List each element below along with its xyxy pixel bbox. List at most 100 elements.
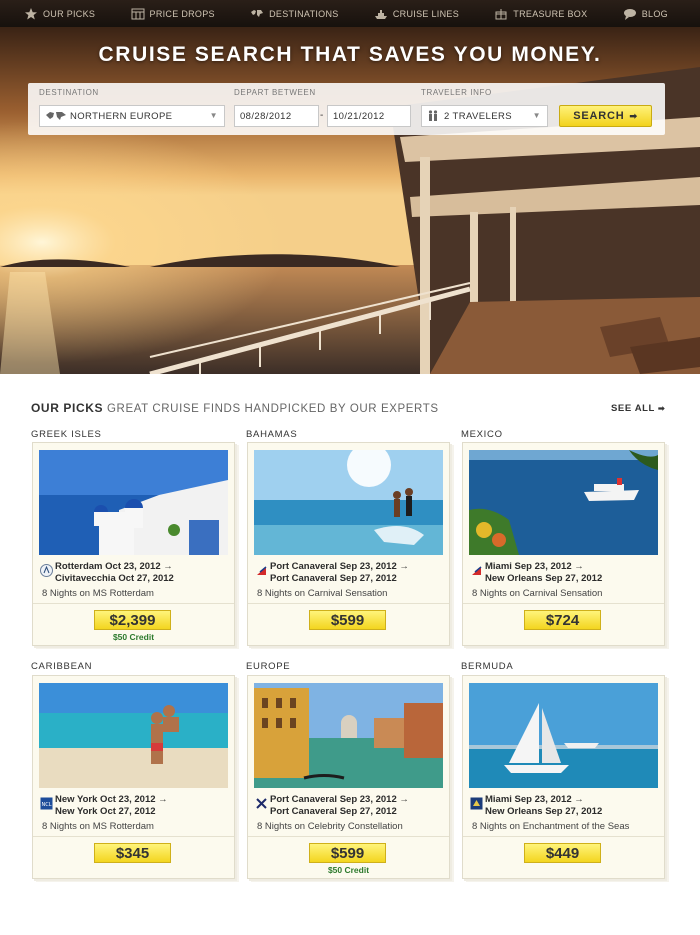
route-to: New Orleans Sep 27, 2012: [485, 573, 603, 584]
arrow-right-icon: →: [399, 794, 409, 805]
nav-item-price-drops[interactable]: PRICE DROPS: [131, 8, 215, 20]
depart-from-input[interactable]: 08/28/2012: [234, 105, 319, 127]
ship-info: 8 Nights on Celebrity Constellation: [257, 821, 403, 832]
route-from: Port Canaveral Sep 23, 2012: [270, 561, 397, 572]
divider: [463, 836, 664, 837]
search-panel: DESTINATION NORTHERN EUROPE ▼ DEPART BET…: [28, 83, 665, 135]
ship-icon: [374, 9, 387, 19]
ship-info: 8 Nights on MS Rotterdam: [42, 588, 154, 599]
region-label: GREEK ISLES: [31, 429, 102, 440]
route: Rotterdam Oct 23, 2012 → Civitavecchia O…: [55, 561, 174, 585]
beach-couple-photo: [254, 450, 443, 555]
pick-card[interactable]: Miami Sep 23, 2012 → New Orleans Sep 27,…: [462, 442, 665, 646]
beach-piggyback-photo: [39, 683, 228, 788]
nav-item-blog[interactable]: BLOG: [623, 8, 668, 20]
price-button[interactable]: $345: [94, 843, 171, 863]
price-button[interactable]: $599: [309, 610, 386, 630]
arrow-right-icon: →: [399, 561, 409, 572]
search-button[interactable]: SEARCH ➡: [559, 105, 652, 127]
region-label: MEXICO: [461, 429, 503, 440]
route-to: Port Canaveral Sep 27, 2012: [270, 573, 397, 584]
arrow-right-icon: →: [574, 561, 584, 572]
pick-card[interactable]: Port Canaveral Sep 23, 2012 → Port Canav…: [247, 442, 450, 646]
region-label: BAHAMAS: [246, 429, 298, 440]
our-picks-title: OUR PICKS: [31, 401, 104, 415]
depart-between-label: DEPART BETWEEN: [234, 88, 316, 97]
price-button[interactable]: $2,399: [94, 610, 171, 630]
ship-info: 8 Nights on Carnival Sensation: [257, 588, 388, 599]
depart-to-input[interactable]: 10/21/2012: [327, 105, 411, 127]
price-button[interactable]: $449: [524, 843, 601, 863]
pick-card[interactable]: Miami Sep 23, 2012 → New Orleans Sep 27,…: [462, 675, 665, 879]
route: Port Canaveral Sep 23, 2012 → Port Canav…: [270, 794, 409, 818]
destination-label: DESTINATION: [39, 88, 99, 97]
route-to: Civitavecchia Oct 27, 2012: [55, 573, 174, 584]
arrow-right-icon: ➡: [629, 110, 638, 121]
nav-item-our-picks[interactable]: OUR PICKS: [24, 7, 96, 20]
price-button[interactable]: $724: [524, 610, 601, 630]
see-all-label: SEE ALL: [611, 403, 655, 414]
arrow-right-icon: →: [163, 561, 173, 572]
top-nav: OUR PICKS PRICE DROPS DESTINATIONS CRUIS…: [0, 0, 700, 27]
ship-info: 8 Nights on Enchantment of the Seas: [472, 821, 630, 832]
holland-america-logo-icon: [40, 564, 53, 577]
arrow-right-icon: →: [158, 794, 168, 805]
route: Miami Sep 23, 2012 → New Orleans Sep 27,…: [485, 561, 602, 585]
route-from: Port Canaveral Sep 23, 2012: [270, 794, 397, 805]
ship-info: 8 Nights on MS Rotterdam: [42, 821, 154, 832]
credit-badge: $50 Credit: [112, 632, 155, 642]
route-to: Port Canaveral Sep 27, 2012: [270, 806, 397, 817]
destination-value: NORTHERN EUROPE: [70, 110, 173, 122]
cruise-ship-bay-photo: [469, 450, 658, 555]
world-map-icon: [251, 9, 264, 17]
region-label: EUROPE: [246, 661, 291, 672]
calendar-icon: [131, 8, 145, 19]
region-label: BERMUDA: [461, 661, 514, 672]
travelers-select[interactable]: 2 TRAVELERS ▼: [421, 105, 548, 127]
route-from: Miami Sep 23, 2012: [485, 561, 572, 572]
route: Port Canaveral Sep 23, 2012 → Port Canav…: [270, 561, 409, 585]
hero-headline: CRUISE SEARCH THAT SAVES YOU MONEY.: [98, 43, 602, 66]
santorini-photo: [39, 450, 228, 555]
route-from: Rotterdam Oct 23, 2012: [55, 561, 161, 572]
carnival-logo-icon: [257, 566, 267, 575]
nav-label: TREASURE BOX: [513, 8, 588, 19]
cruise-deck-sunset-image: [0, 27, 700, 374]
pick-card[interactable]: NCL New York Oct 23, 2012 → New York Oct…: [32, 675, 235, 879]
route: Miami Sep 23, 2012 → New Orleans Sep 27,…: [485, 794, 602, 818]
nav-label: OUR PICKS: [43, 8, 96, 19]
svg-text:NCL: NCL: [41, 802, 51, 808]
see-all-link[interactable]: SEE ALL ➡: [611, 403, 665, 414]
chevron-down-icon: ▼: [209, 111, 218, 120]
pick-card[interactable]: Rotterdam Oct 23, 2012 → Civitavecchia O…: [32, 442, 235, 646]
divider: [248, 603, 449, 604]
our-picks-heading: OUR PICKS GREAT CRUISE FINDS HANDPICKED …: [31, 401, 439, 415]
region-label: CARIBBEAN: [31, 661, 93, 672]
nav-item-cruise-lines[interactable]: CRUISE LINES: [374, 8, 459, 20]
gift-icon: [495, 8, 507, 19]
nav-label: DESTINATIONS: [269, 8, 339, 19]
credit-badge: $50 Credit: [327, 865, 370, 875]
destination-select[interactable]: NORTHERN EUROPE ▼: [39, 105, 225, 127]
arrow-right-icon: →: [574, 794, 584, 805]
price-button[interactable]: $599: [309, 843, 386, 863]
route-to: New York Oct 27, 2012: [55, 806, 156, 817]
divider: [248, 836, 449, 837]
nav-label: PRICE DROPS: [149, 8, 215, 19]
divider: [33, 836, 234, 837]
ship-info: 8 Nights on Carnival Sensation: [472, 588, 603, 599]
route: New York Oct 23, 2012 → New York Oct 27,…: [55, 794, 168, 818]
star-icon: [25, 7, 37, 19]
royal-caribbean-logo-icon: [470, 797, 483, 810]
depart-from-value: 08/28/2012: [240, 110, 292, 122]
speech-bubble-icon: [623, 8, 636, 20]
nav-item-destinations[interactable]: DESTINATIONS: [250, 8, 338, 20]
nav-item-treasure-box[interactable]: TREASURE BOX: [494, 8, 587, 20]
pick-card[interactable]: Port Canaveral Sep 23, 2012 → Port Canav…: [247, 675, 450, 879]
world-map-icon: [46, 112, 66, 120]
search-button-label: SEARCH: [573, 110, 625, 122]
route-to: New Orleans Sep 27, 2012: [485, 806, 603, 817]
divider: [33, 603, 234, 604]
celebrity-logo-icon: [256, 798, 267, 809]
nav-label: CRUISE LINES: [392, 8, 459, 19]
